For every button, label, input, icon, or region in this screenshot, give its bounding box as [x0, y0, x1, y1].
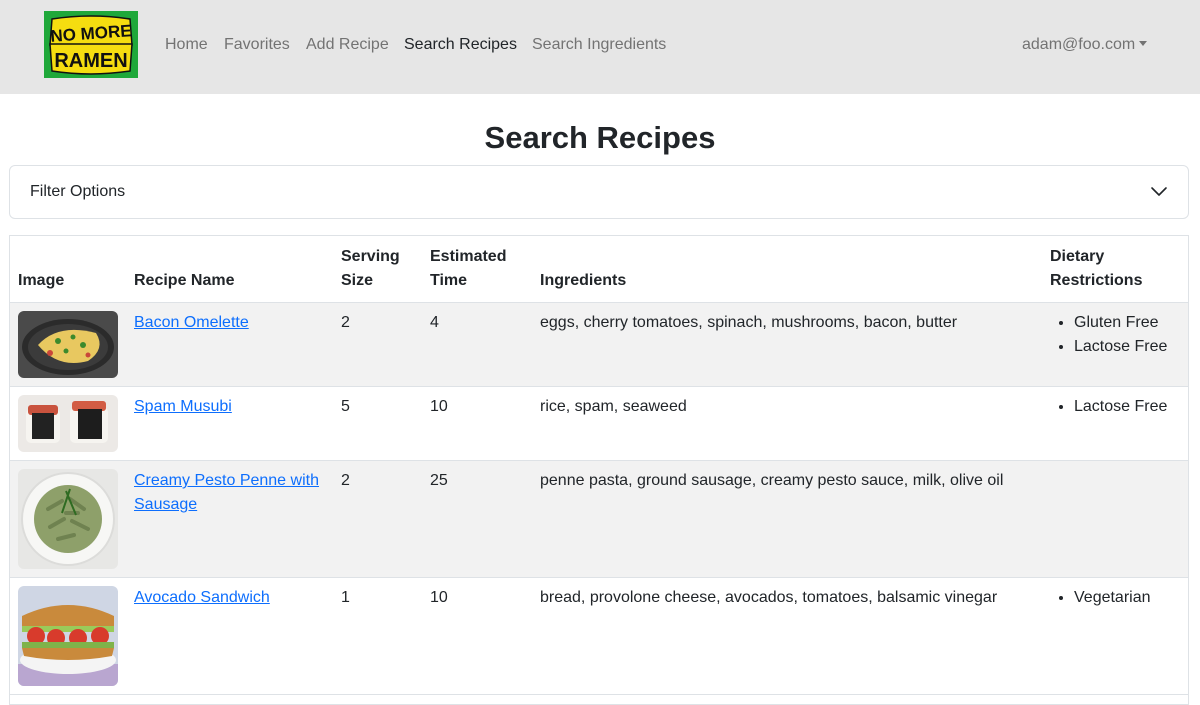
no-more-ramen-logo[interactable]: NO MORE RAMEN: [44, 11, 138, 78]
user-menu-dropdown[interactable]: adam@foo.com: [1022, 34, 1148, 56]
dietary-restriction: Lactose Free: [1074, 395, 1180, 419]
serving-size-cell: 2: [333, 460, 422, 578]
estimated-time-cell: 4: [422, 302, 532, 387]
ingredients-cell: penne pasta, ground sausage, creamy pest…: [532, 460, 1042, 578]
user-email: adam@foo.com: [1022, 36, 1136, 53]
header-estimated-time: Estimated Time: [422, 236, 532, 303]
recipe-link[interactable]: Avocado Sandwich: [134, 589, 270, 606]
sandwich-photo: [18, 586, 118, 686]
page-title: Search Recipes: [484, 120, 716, 155]
dietary-restriction: Gluten Free: [1074, 311, 1180, 335]
omelette-photo: [18, 311, 118, 378]
recipes-table: Image Recipe Name Serving Size Estimated T…: [9, 235, 1189, 705]
nav-favorites[interactable]: Favorites: [224, 34, 290, 56]
serving-size-cell: 2: [333, 302, 422, 387]
ingredients-cell: eggs, cherry tomatoes, spinach, mushroom…: [532, 302, 1042, 387]
header-image: Image: [10, 236, 126, 303]
dietary-restriction: Vegetarian: [1074, 586, 1180, 610]
musubi-photo: [18, 395, 118, 452]
dietary-cell: Lactose Free: [1042, 386, 1188, 461]
navbar: NO MORE RAMEN Home Favorites Add Recipe …: [0, 0, 1200, 94]
dietary-restriction: Lactose Free: [1074, 335, 1180, 359]
dietary-cell: Vegetarian: [1042, 577, 1188, 695]
table-row: Creamy Pesto Penne with Sausage 2 25 pen…: [10, 460, 1188, 578]
ingredients-cell: rice, spam, seaweed: [532, 386, 1042, 461]
dietary-cell: [1042, 460, 1188, 578]
caret-down-icon: [1139, 41, 1148, 46]
table-header-row: Image Recipe Name Serving Size Estimated T…: [10, 236, 1188, 303]
nav-search-ingredients[interactable]: Search Ingredients: [532, 34, 666, 56]
header-dietary-restrictions: Dietary Restrictions: [1042, 236, 1188, 303]
ingredients-cell: bread, provolone cheese, avocados, tomat…: [532, 577, 1042, 695]
nav-home[interactable]: Home: [165, 34, 208, 56]
nav-add-recipe[interactable]: Add Recipe: [306, 34, 389, 56]
dietary-cell: Gluten Free Lactose Free: [1042, 302, 1188, 387]
nav-search-recipes[interactable]: Search Recipes: [404, 34, 517, 56]
estimated-time-cell: 10: [422, 386, 532, 461]
table-row: Avocado Sandwich 1 10 bread, provolone c…: [10, 577, 1188, 695]
estimated-time-cell: 10: [422, 577, 532, 695]
table-row: Spam Musubi 5 10 rice, spam, seaweed Lac…: [10, 386, 1188, 461]
header-serving-size: Serving Size: [333, 236, 422, 303]
table-row: Bacon Omelette 2 4 eggs, cherry tomatoes…: [10, 302, 1188, 387]
recipe-link[interactable]: Spam Musubi: [134, 398, 232, 415]
recipe-link[interactable]: Bacon Omelette: [134, 314, 249, 331]
recipe-link[interactable]: Creamy Pesto Penne with Sausage: [134, 472, 319, 513]
header-recipe-name: Recipe Name: [126, 236, 333, 303]
header-ingredients: Ingredients: [532, 236, 1042, 303]
filter-options-accordion[interactable]: Filter Options: [9, 165, 1189, 219]
serving-size-cell: 1: [333, 577, 422, 695]
chevron-down-icon: [1151, 187, 1167, 196]
pesto-penne-photo: [18, 469, 118, 569]
filter-options-label: Filter Options: [30, 183, 126, 200]
svg-text:RAMEN: RAMEN: [54, 50, 127, 72]
serving-size-cell: 5: [333, 386, 422, 461]
estimated-time-cell: 25: [422, 460, 532, 578]
